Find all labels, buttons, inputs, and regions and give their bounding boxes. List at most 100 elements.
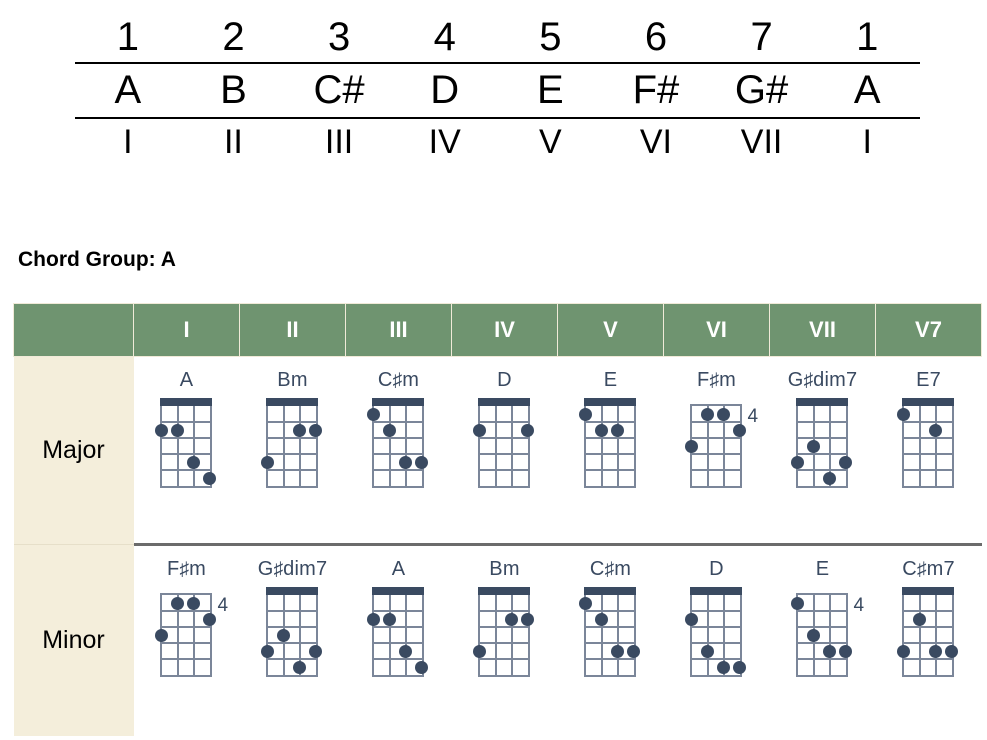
finger-dot-1[interactable] [171, 423, 184, 437]
finger-dot-2[interactable] [187, 455, 200, 469]
finger-dot-0[interactable] [579, 407, 592, 421]
finger-dot-0[interactable] [293, 423, 306, 437]
chord-diagram[interactable]: 4 [791, 587, 864, 679]
finger-dot-2[interactable] [929, 644, 942, 658]
finger-dot-3[interactable] [415, 455, 428, 469]
finger-dot-2[interactable] [717, 660, 730, 674]
finger-dot-2[interactable] [839, 455, 852, 469]
finger-dot-1[interactable] [521, 423, 534, 437]
column-header-vi[interactable]: VI [663, 303, 770, 357]
chord-diagram[interactable] [685, 587, 746, 679]
finger-dot-0[interactable] [473, 423, 486, 437]
chord-cell-major-v[interactable]: E [557, 356, 664, 545]
finger-dot-0[interactable] [277, 628, 290, 642]
chord-cell-minor-vii[interactable]: E4 [769, 543, 876, 736]
chord-diagram[interactable] [155, 398, 216, 490]
chord-cell-minor-v[interactable]: C♯m [557, 543, 664, 736]
finger-dot-2[interactable] [473, 644, 486, 658]
chord-diagram[interactable] [473, 398, 534, 490]
finger-dot-1[interactable] [717, 407, 730, 421]
column-header-iv[interactable]: IV [451, 303, 558, 357]
chord-diagram[interactable] [897, 587, 958, 679]
finger-dot-1[interactable] [521, 612, 534, 626]
chord-cell-major-ii[interactable]: Bm [239, 356, 346, 545]
chord-cell-major-vii[interactable]: G♯dim7 [769, 356, 876, 545]
finger-dot-1[interactable] [261, 644, 274, 658]
chord-cell-minor-vi[interactable]: D [663, 543, 770, 736]
finger-dot-1[interactable] [807, 628, 820, 642]
chord-diagram[interactable]: 4 [685, 398, 758, 490]
finger-dot-1[interactable] [929, 423, 942, 437]
finger-dot-3[interactable] [415, 660, 428, 674]
column-header-iii[interactable]: III [345, 303, 452, 357]
finger-dot-1[interactable] [187, 596, 200, 610]
finger-dot-0[interactable] [155, 423, 168, 437]
chord-cell-minor-v7[interactable]: C♯m7 [875, 543, 982, 736]
finger-dot-0[interactable] [913, 612, 926, 626]
finger-dot-2[interactable] [611, 644, 624, 658]
column-header-i[interactable]: I [133, 303, 240, 357]
finger-dot-2[interactable] [203, 612, 216, 626]
finger-dot-2[interactable] [611, 423, 624, 437]
chord-name-label: F♯m [167, 558, 206, 580]
finger-dot-0[interactable] [367, 612, 380, 626]
finger-dot-1[interactable] [897, 644, 910, 658]
finger-dot-2[interactable] [399, 644, 412, 658]
finger-dot-3[interactable] [839, 644, 852, 658]
finger-dot-0[interactable] [367, 407, 380, 421]
finger-dot-0[interactable] [791, 596, 804, 610]
finger-dot-1[interactable] [701, 644, 714, 658]
finger-dot-0[interactable] [171, 596, 184, 610]
finger-dot-0[interactable] [685, 612, 698, 626]
chord-cell-major-v7[interactable]: E7 [875, 356, 982, 545]
finger-dot-3[interactable] [293, 660, 306, 674]
finger-dot-0[interactable] [897, 407, 910, 421]
chord-cell-minor-iv[interactable]: Bm [451, 543, 558, 736]
finger-dot-1[interactable] [383, 612, 396, 626]
chord-cell-minor-iii[interactable]: A [345, 543, 452, 736]
finger-dot-1[interactable] [383, 423, 396, 437]
finger-dot-3[interactable] [945, 644, 958, 658]
finger-dot-0[interactable] [807, 439, 820, 453]
finger-dot-0[interactable] [579, 596, 592, 610]
chord-diagram[interactable] [473, 587, 534, 679]
chord-diagram[interactable] [261, 587, 322, 679]
finger-dot-1[interactable] [595, 612, 608, 626]
chord-cell-minor-i[interactable]: F♯m 4 [133, 543, 240, 736]
finger-dot-3[interactable] [685, 439, 698, 453]
chord-cell-major-vi[interactable]: F♯m 4 [663, 356, 770, 545]
finger-dot-2[interactable] [399, 455, 412, 469]
chord-cell-major-i[interactable]: A [133, 356, 240, 545]
finger-dot-2[interactable] [733, 423, 746, 437]
finger-dot-2[interactable] [309, 644, 322, 658]
column-header-v7[interactable]: V7 [875, 303, 982, 357]
chord-diagram[interactable] [261, 398, 322, 490]
finger-dot-0[interactable] [701, 407, 714, 421]
finger-dot-3[interactable] [155, 628, 168, 642]
chord-diagram[interactable] [791, 398, 852, 490]
string-line-1 [494, 595, 497, 675]
finger-dot-0[interactable] [505, 612, 518, 626]
finger-dot-1[interactable] [309, 423, 322, 437]
chord-diagram[interactable] [897, 398, 956, 490]
chord-cell-major-iii[interactable]: C♯m [345, 356, 452, 545]
chord-cell-minor-ii[interactable]: G♯dim7 [239, 543, 346, 736]
fret-line-4 [373, 469, 422, 471]
finger-dot-3[interactable] [823, 471, 836, 485]
finger-dot-2[interactable] [823, 644, 836, 658]
column-header-ii[interactable]: II [239, 303, 346, 357]
chord-cell-major-iv[interactable]: D [451, 356, 558, 545]
chord-diagram[interactable] [367, 398, 428, 490]
finger-dot-3[interactable] [203, 471, 216, 485]
finger-dot-3[interactable] [733, 660, 746, 674]
chord-diagram[interactable] [579, 398, 638, 490]
column-header-v[interactable]: V [557, 303, 664, 357]
finger-dot-1[interactable] [595, 423, 608, 437]
chord-diagram[interactable]: 4 [155, 587, 228, 679]
chord-diagram[interactable] [367, 587, 428, 679]
finger-dot-1[interactable] [791, 455, 804, 469]
column-header-vii[interactable]: VII [769, 303, 876, 357]
finger-dot-2[interactable] [261, 455, 274, 469]
chord-diagram[interactable] [579, 587, 640, 679]
finger-dot-3[interactable] [627, 644, 640, 658]
